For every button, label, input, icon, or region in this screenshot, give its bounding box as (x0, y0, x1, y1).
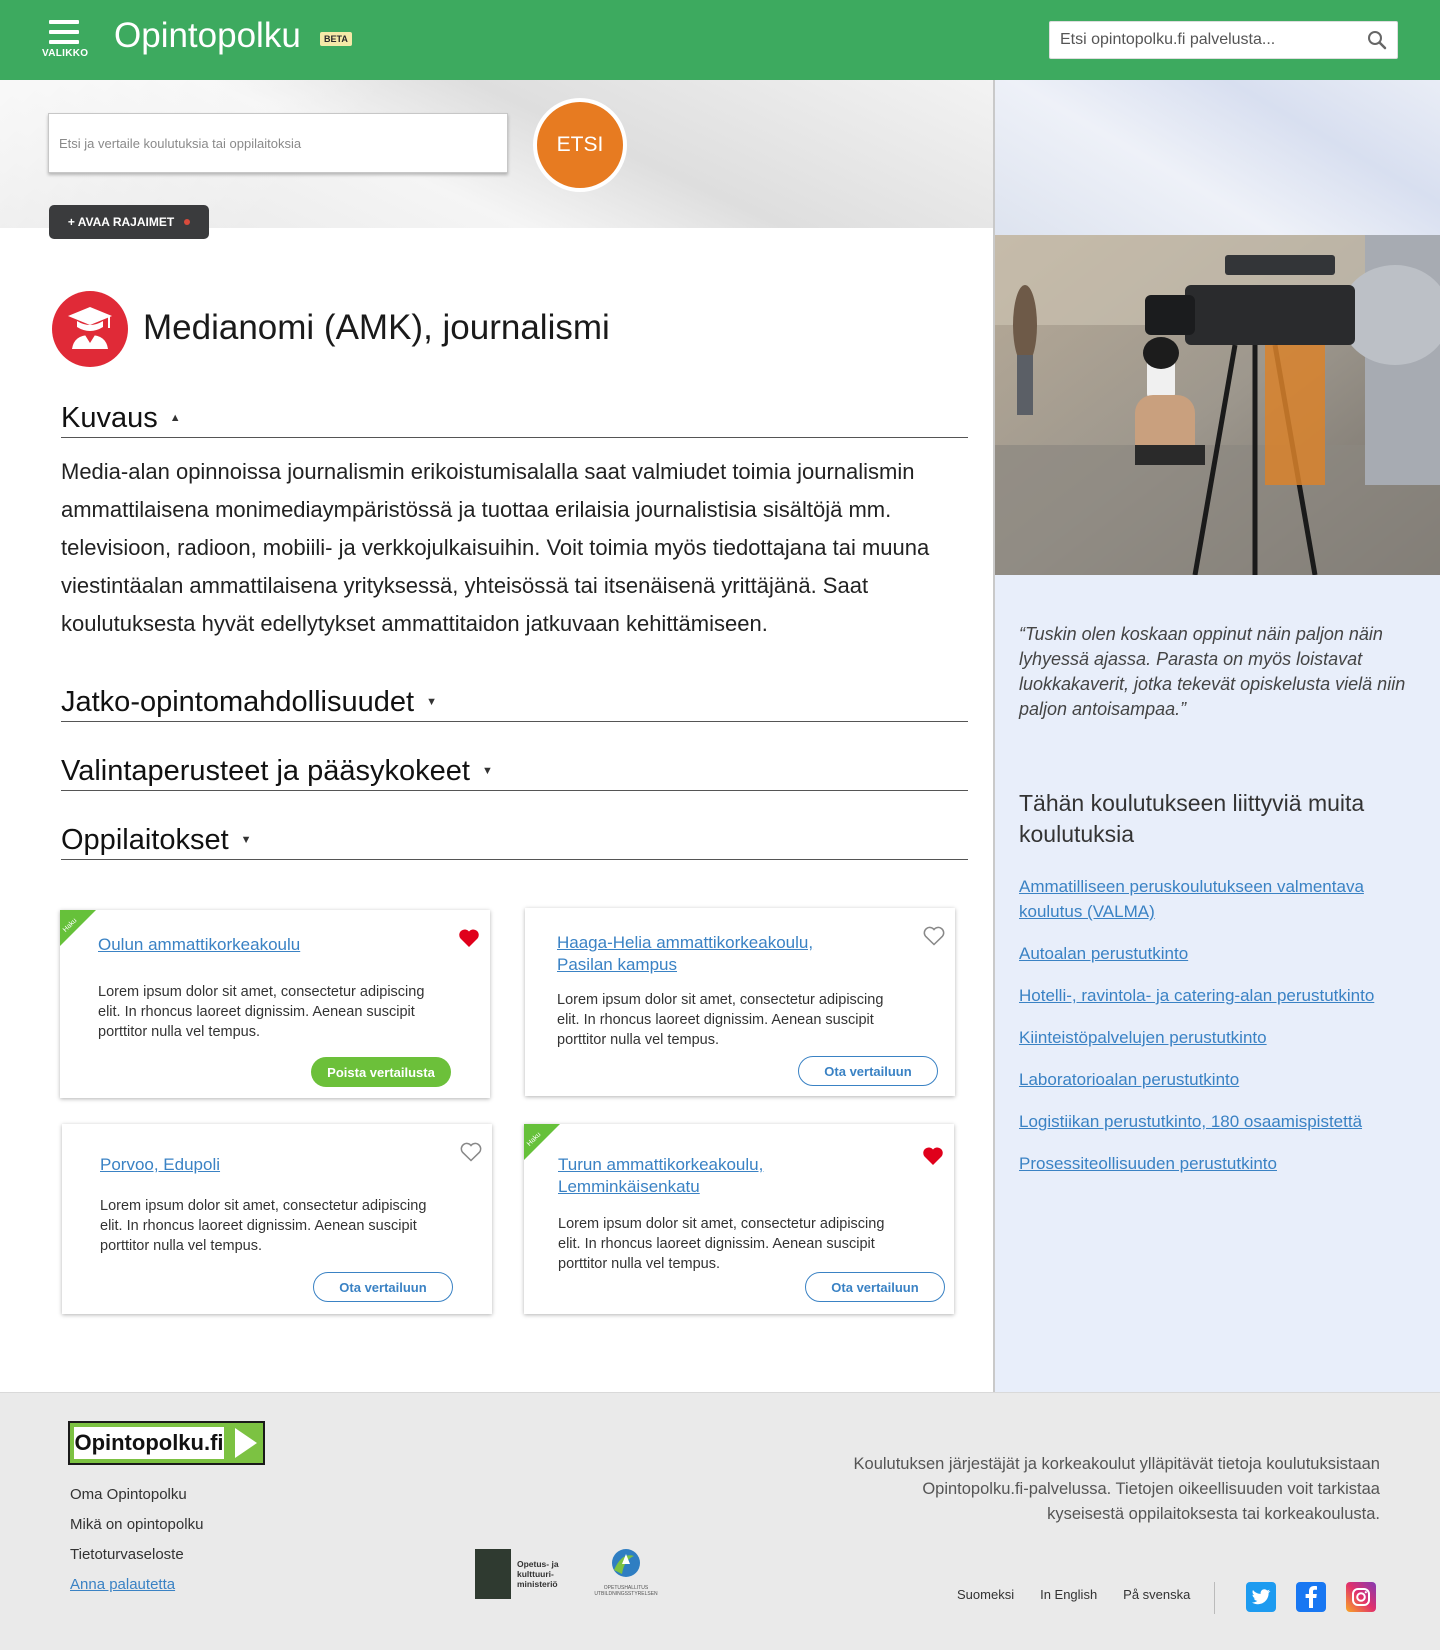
footer-logo-text: Opintopolku.fi (74, 1427, 224, 1459)
section-jatko-opinnot-title: Jatko-opintomahdollisuudet (61, 686, 415, 718)
play-arrow-icon (235, 1428, 257, 1458)
lang-swedish[interactable]: På svenska (1123, 1587, 1190, 1602)
footer-logo[interactable]: Opintopolku.fi (68, 1421, 265, 1465)
search-icon[interactable] (1367, 30, 1387, 50)
institution-link[interactable]: Haaga-Helia ammattikorkeakoulu, Pasilan … (557, 932, 847, 976)
section-oppilaitokset[interactable]: Oppilaitokset ▼ (61, 824, 968, 860)
related-course-item: Kiinteistöpalvelujen perustutkinto (1019, 1025, 1419, 1050)
section-valintaperusteet[interactable]: Valintaperusteet ja pääsykokeet ▼ (61, 755, 968, 791)
journalism-photo (995, 235, 1440, 575)
institution-description: Lorem ipsum dolor sit amet, consectetur … (100, 1198, 427, 1254)
footer-link-oma-opintopolku[interactable]: Oma Opintopolku (70, 1485, 203, 1504)
heart-outline-icon[interactable] (923, 926, 945, 946)
testimonial-quote: “Tuskin olen koskaan oppinut näin paljon… (1019, 624, 1406, 719)
related-course-link[interactable]: Kiinteistöpalvelujen perustutkinto (1019, 1028, 1267, 1047)
section-valintaperusteet-title: Valintaperusteet ja pääsykokeet (61, 755, 470, 787)
footer-info-text: Koulutuksen järjestäjät ja korkeakoulut … (853, 1455, 1380, 1523)
heart-filled-icon[interactable] (922, 1146, 944, 1166)
caret-up-icon: ▲ (169, 411, 181, 424)
institution-card: Haaga-Helia ammattikorkeakoulu, Pasilan … (525, 908, 955, 1096)
lang-finnish[interactable]: Suomeksi (957, 1587, 1014, 1602)
twitter-icon[interactable] (1246, 1582, 1276, 1612)
related-course-item: Autoalan perustutkinto (1019, 941, 1419, 966)
site-logo[interactable]: Opintopolku (114, 16, 301, 56)
open-filters-button[interactable]: + AVAA RAJAIMET (49, 205, 209, 239)
related-course-item: Ammatilliseen peruskoulutukseen valmenta… (1019, 874, 1419, 924)
related-course-link[interactable]: Logistiikan perustutkinto, 180 osaamispi… (1019, 1112, 1362, 1131)
section-kuvaus[interactable]: Kuvaus ▲ (61, 402, 968, 438)
oph-logo-text: OPETUSHALLITUS UTBILDNINGSSTYRELSEN (594, 1585, 658, 1597)
caret-down-icon: ▼ (240, 833, 252, 846)
search-button[interactable]: ETSI (533, 98, 627, 192)
institution-card: Haku Turun ammattikorkeakoulu, Lemminkäi… (524, 1124, 954, 1314)
oph-logo: OPETUSHALLITUS UTBILDNINGSSTYRELSEN (590, 1548, 662, 1597)
related-course-item: Hotelli-, ravintola- ja catering-alan pe… (1019, 983, 1419, 1008)
remove-from-comparison-button[interactable]: Poista vertailusta (311, 1057, 451, 1087)
related-course-link[interactable]: Hotelli-, ravintola- ja catering-alan pe… (1019, 986, 1374, 1005)
related-course-item: Laboratorioalan perustutkinto (1019, 1067, 1419, 1092)
okm-logo-text: Opetus- ja kulttuuri- ministeriö (517, 1559, 559, 1589)
caret-down-icon: ▼ (426, 695, 437, 708)
add-to-comparison-button[interactable]: Ota vertailuun (313, 1272, 453, 1302)
related-courses-title: Tähän koulutukseen liittyviä muita koulu… (1019, 790, 1365, 847)
institution-link[interactable]: Porvoo, Edupoli (100, 1154, 400, 1176)
course-search-box (48, 113, 508, 173)
institution-card: Porvoo, Edupoli Lorem ipsum dolor sit am… (62, 1124, 492, 1314)
facebook-icon[interactable] (1296, 1582, 1326, 1612)
related-course-item: Logistiikan perustutkinto, 180 osaamispi… (1019, 1109, 1419, 1134)
institution-description: Lorem ipsum dolor sit amet, consectetur … (98, 984, 425, 1040)
language-divider (1214, 1582, 1215, 1614)
site-search-input[interactable] (1050, 22, 1350, 58)
course-description: Media-alan opinnoissa journalismin eriko… (61, 459, 930, 636)
menu-label: VALIKKO (42, 48, 89, 59)
beta-badge: BETA (320, 32, 352, 46)
instagram-icon[interactable] (1346, 1582, 1376, 1612)
okm-logo: Opetus- ja kulttuuri- ministeriö (475, 1549, 565, 1599)
footer-link-tietoturvaseloste[interactable]: Tietoturvaseloste (70, 1545, 203, 1564)
section-oppilaitokset-title: Oppilaitokset (61, 824, 229, 856)
heart-outline-icon[interactable] (460, 1142, 482, 1162)
related-courses-list: Ammatilliseen peruskoulutukseen valmenta… (1019, 874, 1419, 1193)
caret-down-icon: ▼ (481, 764, 493, 777)
related-course-item: Prosessiteollisuuden perustutkinto (1019, 1151, 1419, 1176)
oph-emblem-icon (612, 1549, 640, 1577)
filter-indicator-dot (184, 219, 191, 225)
institution-link[interactable]: Turun ammattikorkeakoulu, Lemminkäisenka… (558, 1154, 848, 1198)
page-title: Medianomi (AMK), journalismi (143, 308, 610, 347)
footer-link-feedback[interactable]: Anna palautetta (70, 1575, 203, 1594)
site-search-box (1049, 21, 1398, 59)
language-switcher: Suomeksi In English På svenska (957, 1587, 1190, 1602)
add-to-comparison-button[interactable]: Ota vertailuun (798, 1056, 938, 1086)
hamburger-icon (42, 20, 86, 44)
course-search-input[interactable] (49, 114, 507, 172)
section-kuvaus-title: Kuvaus (61, 402, 158, 434)
heart-filled-icon[interactable] (458, 928, 480, 948)
top-bar: VALIKKO Opintopolku BETA (0, 0, 1440, 80)
add-to-comparison-button[interactable]: Ota vertailuun (805, 1272, 945, 1302)
sidebar-hero-background (995, 80, 1440, 235)
footer-link-mika-on-opintopolku[interactable]: Mikä on opintopolku (70, 1515, 203, 1534)
related-course-link[interactable]: Prosessiteollisuuden perustutkinto (1019, 1154, 1277, 1173)
footer-links: Oma Opintopolku Mikä on opintopolku Tiet… (70, 1485, 203, 1605)
institution-description: Lorem ipsum dolor sit amet, consectetur … (557, 992, 884, 1048)
institution-link[interactable]: Oulun ammattikorkeakoulu (98, 934, 398, 956)
related-course-link[interactable]: Ammatilliseen peruskoulutukseen valmenta… (1019, 877, 1364, 921)
institution-card: Haku Oulun ammattikorkeakoulu Lorem ipsu… (60, 910, 490, 1098)
graduate-icon (52, 291, 128, 367)
section-jatko-opinnot[interactable]: Jatko-opintomahdollisuudet ▼ (61, 686, 968, 722)
institution-description: Lorem ipsum dolor sit amet, consectetur … (558, 1216, 885, 1272)
lang-english[interactable]: In English (1040, 1587, 1097, 1602)
related-course-link[interactable]: Laboratorioalan perustutkinto (1019, 1070, 1239, 1089)
menu-button[interactable]: VALIKKO (42, 20, 89, 59)
related-course-link[interactable]: Autoalan perustutkinto (1019, 944, 1188, 963)
okm-emblem-icon (475, 1549, 511, 1599)
open-filters-label: + AVAA RAJAIMET (67, 215, 175, 229)
